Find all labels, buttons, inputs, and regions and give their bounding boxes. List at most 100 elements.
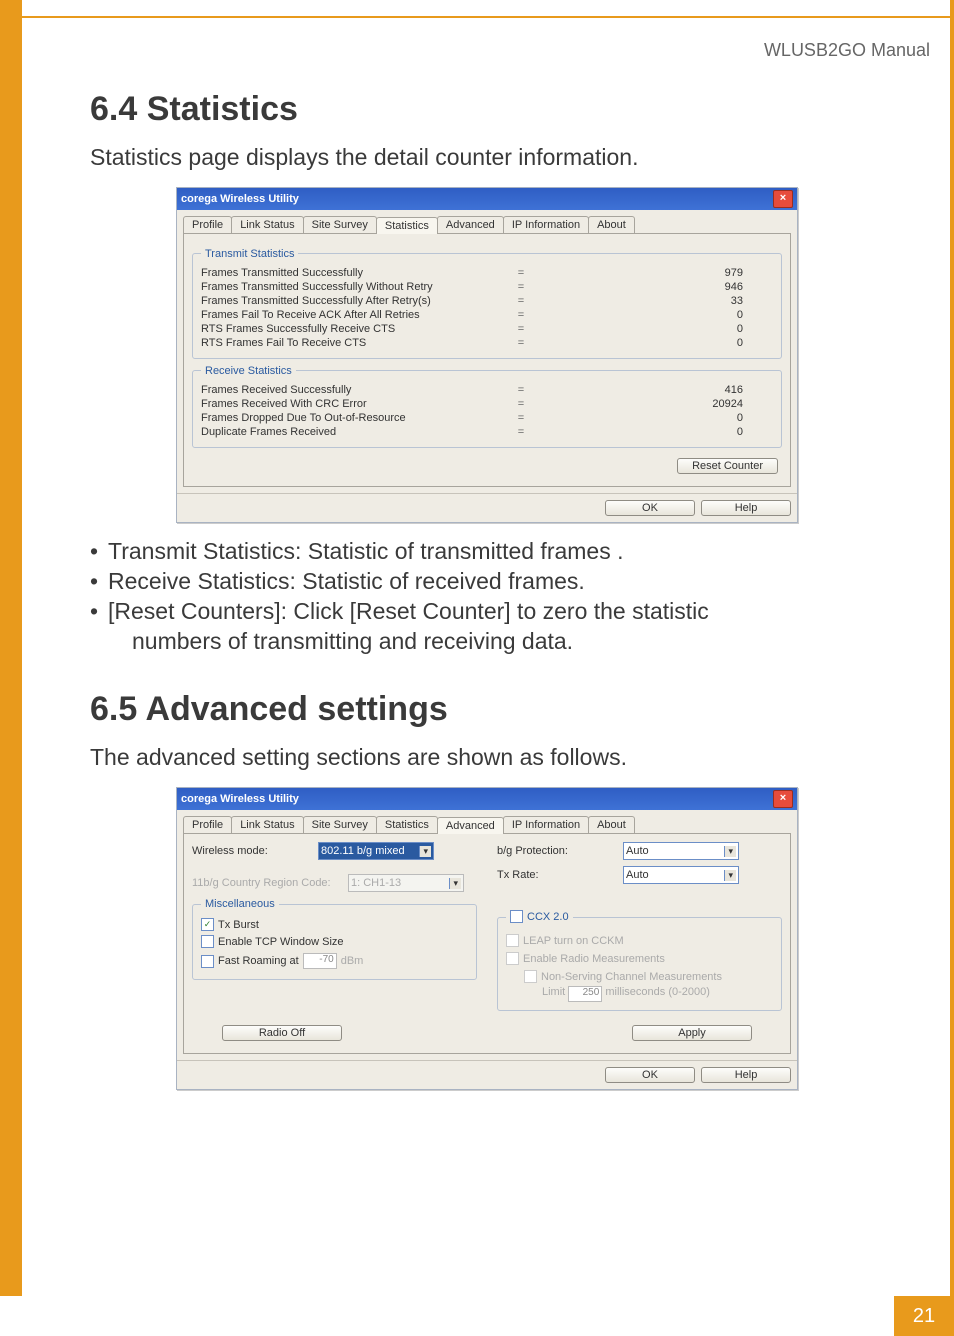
help-button[interactable]: Help: [701, 1067, 791, 1083]
bg-protection-label: b/g Protection:: [497, 845, 617, 857]
radio-measurements-checkbox: Enable Radio Measurements: [506, 952, 665, 965]
stat-value: 416: [541, 384, 773, 396]
stat-row: RTS Frames Successfully Receive CTS=0: [201, 322, 773, 336]
reset-counter-button[interactable]: Reset Counter: [677, 458, 778, 474]
stat-value: 979: [541, 267, 773, 279]
equals-icon: =: [501, 412, 541, 424]
bg-protection-select[interactable]: Auto ▾: [623, 842, 739, 860]
window-title: corega Wireless Utility: [181, 193, 299, 205]
radio-measurements-label: Enable Radio Measurements: [523, 953, 665, 965]
tab-about[interactable]: About: [588, 816, 635, 833]
tab-about[interactable]: About: [588, 216, 635, 233]
limit-value: 250: [568, 986, 602, 1002]
ok-button[interactable]: OK: [605, 1067, 695, 1083]
right-margin-stripe: [950, 0, 954, 1296]
ccx-enable-checkbox[interactable]: CCX 2.0: [510, 910, 569, 923]
equals-icon: =: [501, 281, 541, 293]
tx-burst-checkbox[interactable]: ✓Tx Burst: [201, 918, 259, 931]
equals-icon: =: [501, 309, 541, 321]
advanced-footer-row: Radio Off Apply: [192, 1017, 782, 1045]
help-button[interactable]: Help: [701, 500, 791, 516]
stat-row: RTS Frames Fail To Receive CTS=0: [201, 336, 773, 350]
leap-label: LEAP turn on CCKM: [523, 935, 624, 947]
receive-legend: Receive Statistics: [201, 365, 296, 377]
fast-roaming-checkbox[interactable]: Fast Roaming at -70 dBm: [201, 953, 363, 969]
stat-label: Frames Fail To Receive ACK After All Ret…: [201, 309, 501, 321]
tcp-window-checkbox[interactable]: Enable TCP Window Size: [201, 935, 344, 948]
bullet-transmit: Transmit Statistics: Statistic of transm…: [108, 537, 884, 567]
tab-link-status[interactable]: Link Status: [231, 216, 303, 233]
fast-roaming-value[interactable]: -70: [303, 953, 337, 969]
leap-checkbox: LEAP turn on CCKM: [506, 934, 624, 947]
wireless-mode-label: Wireless mode:: [192, 845, 312, 857]
apply-button[interactable]: Apply: [632, 1025, 752, 1041]
equals-icon: =: [501, 426, 541, 438]
section-6-4-heading: 6.4 Statistics: [90, 90, 884, 129]
radio-off-button[interactable]: Radio Off: [222, 1025, 342, 1041]
section-6-4-intro: Statistics page displays the detail coun…: [90, 143, 884, 173]
stat-value: 0: [541, 412, 773, 424]
tx-rate-select[interactable]: Auto ▾: [623, 866, 739, 884]
chevron-down-icon: ▾: [449, 878, 461, 889]
tab-row: Profile Link Status Site Survey Statisti…: [177, 210, 797, 233]
document-header: WLUSB2GO Manual: [764, 40, 930, 61]
stat-label: Duplicate Frames Received: [201, 426, 501, 438]
ok-button[interactable]: OK: [605, 500, 695, 516]
tab-profile[interactable]: Profile: [183, 216, 232, 233]
tab-statistics[interactable]: Statistics: [376, 217, 438, 234]
window-footer: OK Help: [177, 1060, 797, 1089]
close-icon[interactable]: ×: [773, 190, 793, 208]
tab-ip-information[interactable]: IP Information: [503, 816, 589, 833]
tab-ip-information[interactable]: IP Information: [503, 216, 589, 233]
stat-row: Frames Transmitted Successfully After Re…: [201, 294, 773, 308]
transmit-legend: Transmit Statistics: [201, 248, 298, 260]
stat-value: 0: [541, 426, 773, 438]
tcp-window-label: Enable TCP Window Size: [218, 936, 344, 948]
stat-label: Frames Received With CRC Error: [201, 398, 501, 410]
non-serving-checkbox: Non-Serving Channel Measurements: [524, 970, 722, 983]
bullet-reset-line2: numbers of transmitting and receiving da…: [132, 627, 884, 657]
stat-value: 0: [541, 309, 773, 321]
tab-site-survey[interactable]: Site Survey: [303, 216, 377, 233]
left-margin-bar: [0, 0, 22, 1296]
close-icon[interactable]: ×: [773, 790, 793, 808]
wireless-mode-select[interactable]: 802.11 b/g mixed ▾: [318, 842, 434, 860]
stat-value: 0: [541, 337, 773, 349]
stat-row: Frames Transmitted Successfully Without …: [201, 280, 773, 294]
stat-label: Frames Transmitted Successfully After Re…: [201, 295, 501, 307]
chevron-down-icon: ▾: [724, 846, 736, 857]
advanced-left-column: Wireless mode: 802.11 b/g mixed ▾ 11b/g …: [192, 842, 477, 1017]
fast-roaming-label: Fast Roaming at: [218, 955, 299, 967]
tab-advanced[interactable]: Advanced: [437, 817, 504, 834]
chevron-down-icon: ▾: [724, 870, 736, 881]
equals-icon: =: [501, 267, 541, 279]
bullet-receive: Receive Statistics: Statistic of receive…: [108, 567, 884, 597]
tx-rate-value: Auto: [626, 869, 649, 881]
page: WLUSB2GO Manual 6.4 Statistics Statistic…: [0, 0, 954, 1336]
stat-row: Frames Fail To Receive ACK After All Ret…: [201, 308, 773, 322]
tx-rate-label: Tx Rate:: [497, 869, 617, 881]
equals-icon: =: [501, 398, 541, 410]
header-rule: [22, 16, 950, 18]
stat-row: Frames Dropped Due To Out-of-Resource=0: [201, 411, 773, 425]
tab-link-status[interactable]: Link Status: [231, 816, 303, 833]
tab-profile[interactable]: Profile: [183, 816, 232, 833]
tab-site-survey[interactable]: Site Survey: [303, 816, 377, 833]
stat-value: 33: [541, 295, 773, 307]
tab-statistics[interactable]: Statistics: [376, 816, 438, 833]
non-serving-label: Non-Serving Channel Measurements: [541, 971, 722, 983]
region-code-select: 1: CH1-13 ▾: [348, 874, 464, 892]
equals-icon: =: [501, 323, 541, 335]
window-footer: OK Help: [177, 493, 797, 522]
stat-label: Frames Dropped Due To Out-of-Resource: [201, 412, 501, 424]
window-title: corega Wireless Utility: [181, 793, 299, 805]
content-area: 6.4 Statistics Statistics page displays …: [90, 80, 884, 1090]
stat-row: Frames Received With CRC Error=20924: [201, 397, 773, 411]
reset-row: Reset Counter: [192, 454, 782, 478]
stat-row: Frames Received Successfully=416: [201, 383, 773, 397]
window-title-bar: corega Wireless Utility ×: [177, 188, 797, 210]
tab-advanced[interactable]: Advanced: [437, 216, 504, 233]
ccx-legend: CCX 2.0: [527, 911, 569, 923]
region-code-value: 1: CH1-13: [351, 877, 401, 889]
tab-row: Profile Link Status Site Survey Statisti…: [177, 810, 797, 833]
